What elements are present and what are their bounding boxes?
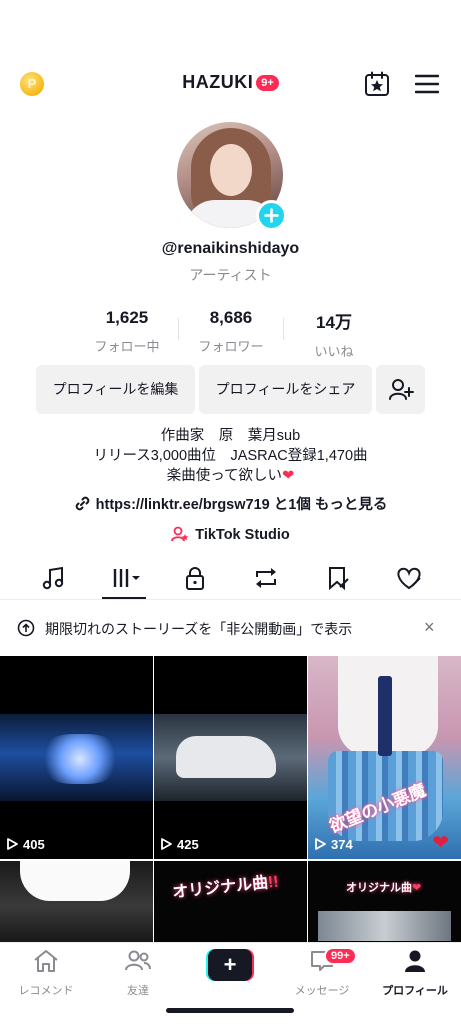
create-plus: + <box>208 949 252 981</box>
plus-icon <box>264 208 279 223</box>
add-friend-button[interactable] <box>376 365 425 414</box>
favorites-icon[interactable] <box>320 565 356 591</box>
video-thumbnail[interactable] <box>0 861 153 951</box>
stories-notice[interactable]: 期限切れのストーリーズを「非公開動画」で表示 × <box>0 608 461 648</box>
likes-stat[interactable]: 14万 いいね <box>284 308 384 360</box>
play-icon <box>7 838 18 850</box>
nav-friends[interactable]: 友達 <box>98 949 178 998</box>
thumbnail-caption: オリジナル曲!! <box>171 873 280 902</box>
add-person-icon <box>388 379 414 400</box>
repost-icon[interactable] <box>248 565 284 591</box>
account-badge: 9+ <box>256 74 279 91</box>
likes-count: 14万 <box>316 313 352 332</box>
video-thumbnail[interactable]: 欲望の小悪魔 ❤ 374 <box>308 656 461 859</box>
video-thumbnail[interactable]: オリジナル曲❤ <box>308 861 461 951</box>
video-thumbnail[interactable]: 425 <box>154 656 307 859</box>
nav-inbox[interactable]: 99+ メッセージ <box>282 947 362 998</box>
bio: 作曲家 原 葉月sub リリース3,000曲位 JASRAC登録1,470曲 楽… <box>0 426 461 486</box>
thumbnail-caption: オリジナル曲❤ <box>346 882 422 894</box>
username: @renaikinshidayo <box>161 240 300 257</box>
studio-icon <box>171 526 189 542</box>
nav-friends-label: 友達 <box>127 985 149 997</box>
bio-link[interactable]: https://linktr.ee/brgsw719 <box>96 497 270 513</box>
account-name[interactable]: HAZUKI <box>182 72 253 92</box>
edit-profile-button[interactable]: プロフィールを編集 <box>36 365 195 414</box>
video-thumbnail[interactable]: オリジナル曲!! <box>154 861 307 951</box>
bio-link-row: https://linktr.ee/brgsw719 と1個 もっと見る <box>0 493 461 514</box>
friends-icon <box>125 950 151 971</box>
nav-profile-label: プロフィール <box>382 985 448 997</box>
bio-line-3-text: 楽曲使って欲しい <box>166 468 283 484</box>
bio-line-2: リリース3,000曲位 JASRAC登録1,470曲 <box>93 448 368 464</box>
home-icon <box>34 950 58 972</box>
view-count-value: 425 <box>177 837 199 852</box>
link-icon <box>75 496 89 511</box>
top-bar: P HAZUKI 9+ <box>0 62 461 106</box>
active-tab-indicator <box>102 597 146 599</box>
followers-stat[interactable]: 8,686 フォロワー <box>181 308 281 355</box>
video-thumbnail[interactable]: 405 <box>0 656 153 859</box>
tiktok-studio-link[interactable]: TikTok Studio <box>0 525 461 543</box>
menu-icon[interactable] <box>415 74 439 94</box>
view-count-value: 405 <box>23 837 45 852</box>
upload-circle-icon <box>17 619 35 637</box>
view-count: 405 <box>7 837 45 852</box>
notice-text: 期限切れのストーリーズを「非公開動画」で表示 <box>45 621 353 637</box>
thumbnail-image <box>0 714 153 801</box>
following-label: フォロー中 <box>94 339 160 354</box>
more-links[interactable]: と1個 もっと見る <box>274 497 388 513</box>
stats-row: 1,625 フォロー中 8,686 フォロワー 14万 いいね <box>0 308 461 359</box>
inbox-badge: 99+ <box>324 947 357 965</box>
heart-icon: ❤ <box>282 468 295 484</box>
account-switcher[interactable]: HAZUKI 9+ <box>0 72 461 93</box>
studio-label: TikTok Studio <box>195 527 290 543</box>
followers-count: 8,686 <box>209 308 253 327</box>
bio-line-3: 楽曲使って欲しい❤ <box>0 466 461 486</box>
add-story-button[interactable] <box>256 200 287 231</box>
home-indicator <box>166 1008 294 1013</box>
nav-inbox-label: メッセージ <box>294 985 350 997</box>
nav-profile[interactable]: プロフィール <box>375 949 455 998</box>
bio-line-1: 作曲家 原 葉月sub <box>160 428 301 444</box>
view-count: 425 <box>161 837 199 852</box>
videos-grid-icon[interactable] <box>108 565 144 591</box>
play-icon <box>315 838 326 850</box>
following-count: 1,625 <box>105 308 149 327</box>
play-icon <box>161 838 172 850</box>
liked-icon[interactable] <box>391 565 427 591</box>
avatar-face <box>210 144 252 196</box>
content-tabs <box>0 560 461 600</box>
role-label: アーティスト <box>189 267 272 283</box>
nav-home-label: レコメンド <box>18 985 74 997</box>
thumbnail-image <box>154 714 307 801</box>
followers-label: フォロワー <box>198 339 264 354</box>
music-icon[interactable] <box>36 565 72 591</box>
share-profile-button[interactable]: プロフィールをシェア <box>199 365 372 414</box>
lock-icon[interactable] <box>177 565 213 591</box>
likes-label: いいね <box>314 344 354 359</box>
create-button[interactable]: + <box>206 949 254 981</box>
calendar-star-icon[interactable] <box>364 71 390 97</box>
following-stat[interactable]: 1,625 フォロー中 <box>77 308 177 355</box>
heart-icon: ❤ <box>432 832 449 854</box>
view-count-value: 374 <box>331 837 353 852</box>
stat-divider <box>178 318 179 340</box>
close-icon[interactable]: × <box>424 617 435 638</box>
view-count: 374 <box>315 837 353 852</box>
profile-icon <box>405 950 425 972</box>
nav-home[interactable]: レコメンド <box>6 949 86 998</box>
